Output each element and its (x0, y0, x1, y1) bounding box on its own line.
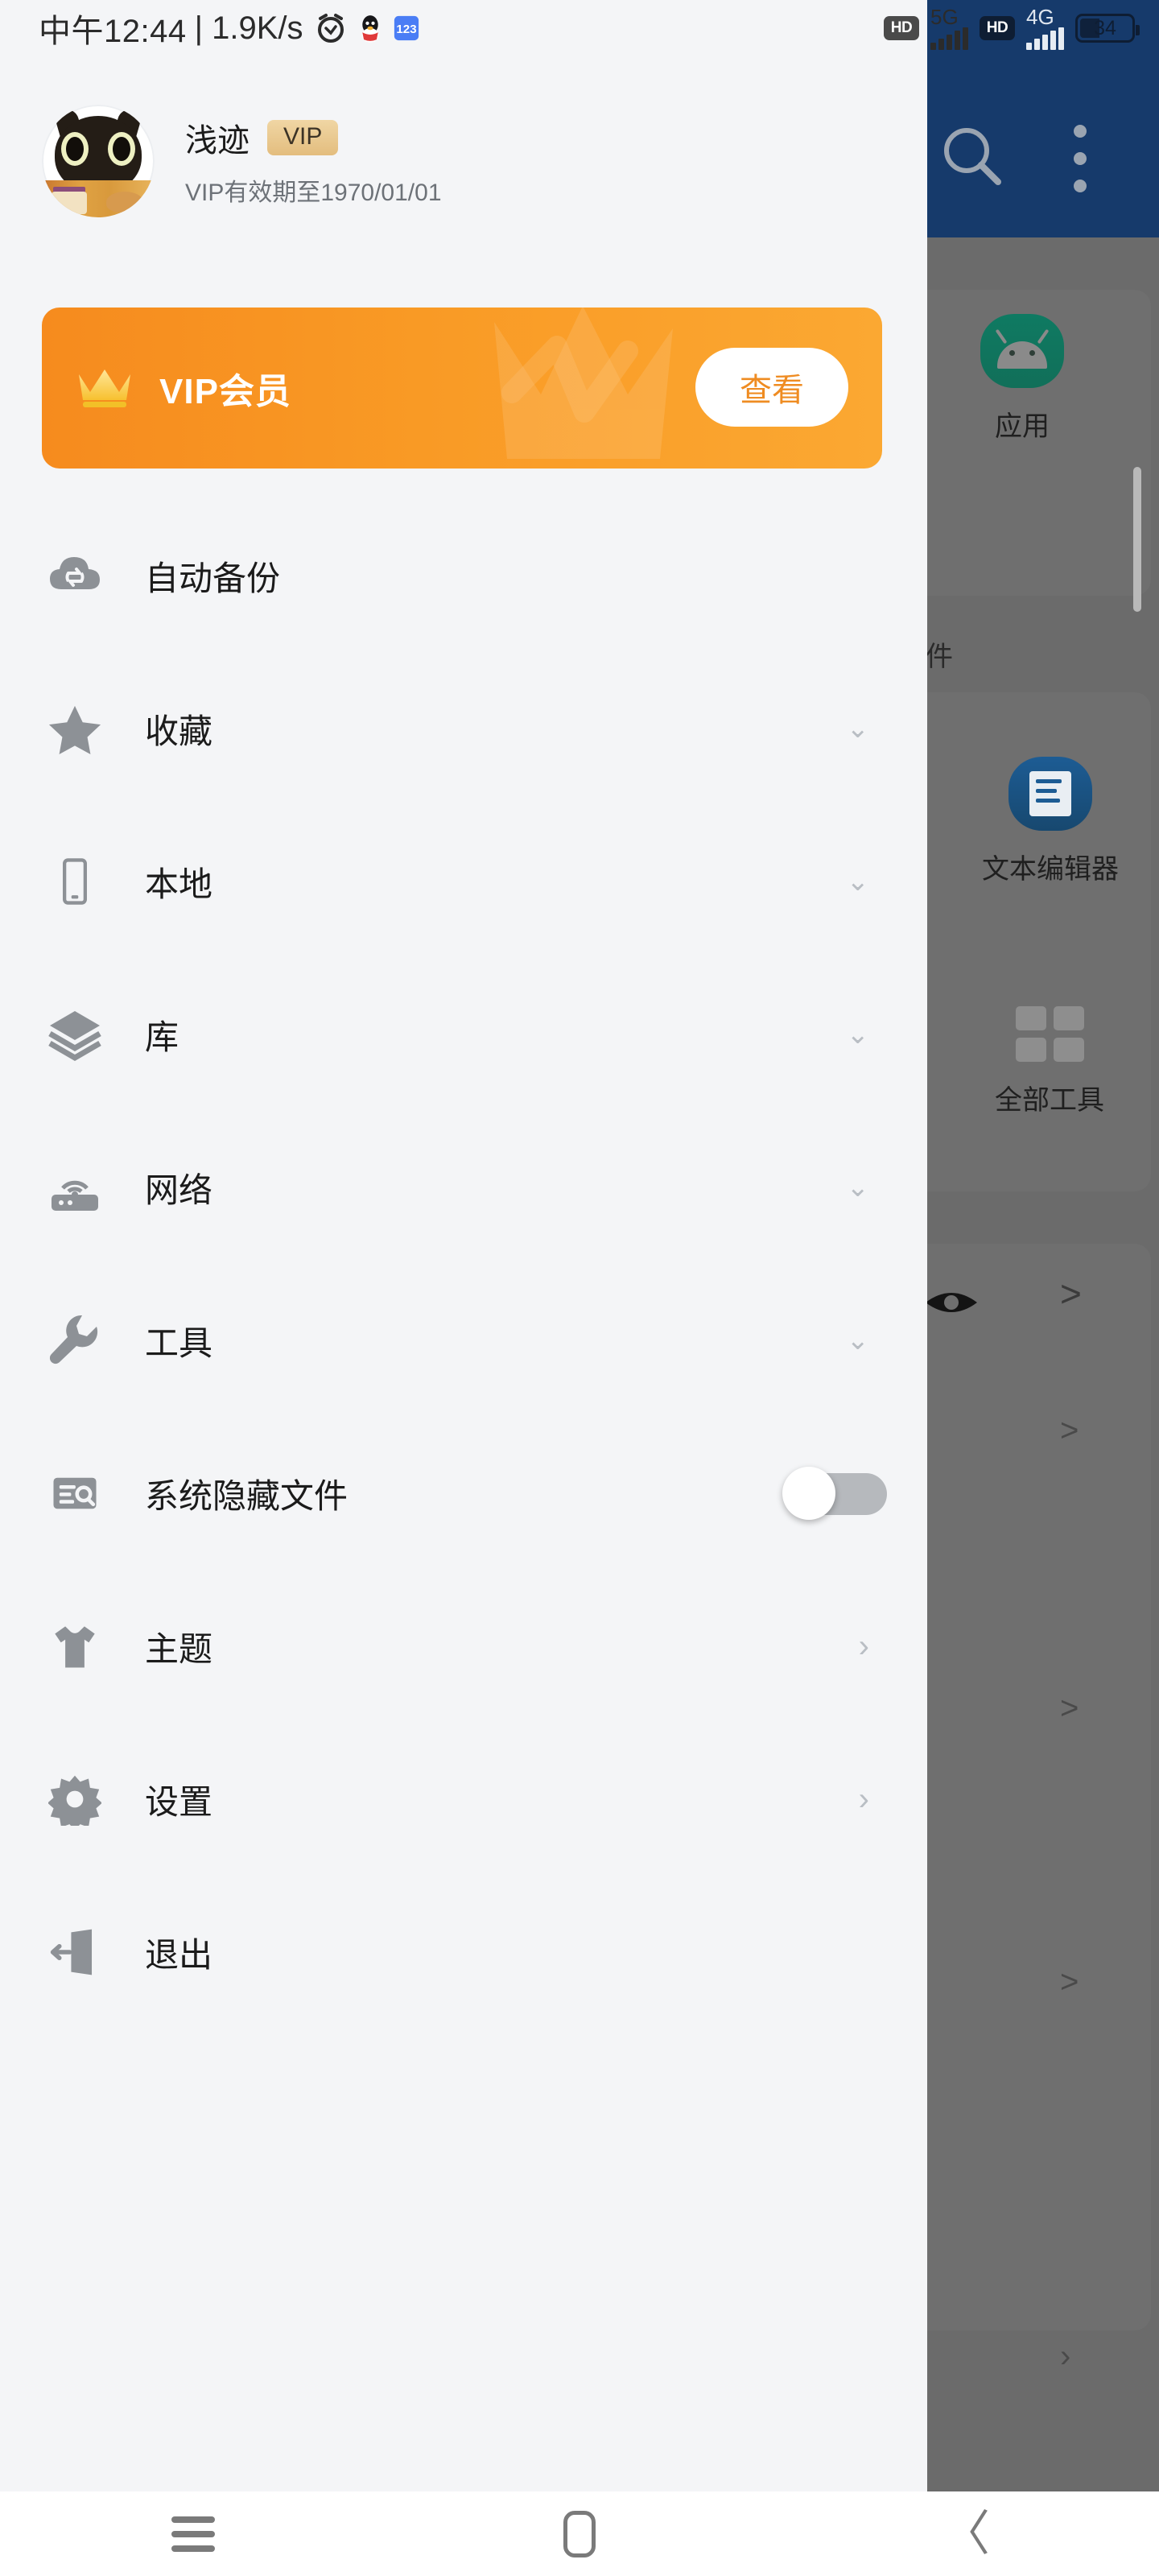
back-button[interactable]: 〈 (897, 2491, 1034, 2576)
network-gen-label: 5G (930, 5, 959, 29)
vip-badge: VIP (267, 120, 339, 155)
profile-header[interactable]: 浅迹 VIP VIP有效期至1970/01/01 (0, 89, 927, 233)
background-chevron[interactable]: > (1060, 1413, 1079, 1449)
menu-item-label: 收藏 (145, 712, 213, 750)
menu-item-local[interactable]: 本地 ⌄ (0, 805, 927, 958)
alarm-icon (315, 12, 347, 44)
menu-item-label: 主题 (145, 1629, 213, 1668)
qq-icon (358, 14, 382, 43)
drawer-menu: 自动备份 收藏 ⌄ 本地 ⌄ 库 ⌄ 网络 ⌄ 工具 ⌄ 系统隐藏文件 主题 ›… (0, 499, 927, 2029)
layers-icon (47, 1006, 103, 1063)
home-button[interactable] (511, 2491, 648, 2576)
chevron-down-icon[interactable]: ⌄ (847, 715, 870, 742)
svg-text:123: 123 (396, 23, 416, 36)
vip-banner-left: VIP会员 (77, 308, 291, 469)
profile-name: 浅迹 (185, 123, 250, 159)
menu-item-label: 库 (145, 1018, 179, 1056)
menu-item-label: 本地 (145, 865, 213, 903)
hd-icon: HD (884, 16, 919, 40)
profile-name-row: 浅迹 VIP (185, 114, 442, 161)
background-truncated-label: 件 (926, 642, 953, 672)
menu-item-tools[interactable]: 工具 ⌄ (0, 1264, 927, 1417)
avatar[interactable] (42, 105, 155, 217)
vip-banner-title: VIP会员 (159, 372, 291, 411)
search-icon[interactable] (940, 125, 1004, 189)
network-gen-label-2: 4G (1026, 5, 1054, 29)
menu-item-network[interactable]: 网络 ⌄ (0, 1111, 927, 1264)
vip-banner[interactable]: VIP会员 查看 (42, 308, 882, 469)
android-navigation-bar: 〈 (0, 2491, 1159, 2576)
chevron-down-icon[interactable]: ⌄ (847, 868, 870, 895)
eye-icon[interactable] (924, 1286, 979, 1319)
phone-screen: 应用 件 文本编辑器 全部工具 > > > > › 浅迹 VIP VIP有效期至… (0, 0, 1159, 2576)
background-tile-text-editor[interactable]: 文本编辑器 (982, 757, 1119, 886)
menu-item-exit[interactable]: 退出 (0, 1876, 927, 2029)
status-bar-right: HD 5G HD 4G 34 (884, 0, 1140, 56)
menu-item-library[interactable]: 库 ⌄ (0, 958, 927, 1111)
gear-icon (47, 1771, 103, 1827)
crown-icon (77, 368, 132, 408)
signal-bars-icon (930, 27, 968, 50)
text-editor-icon (1008, 757, 1092, 831)
menu-item-label: 工具 (145, 1323, 213, 1362)
menu-item-label: 自动备份 (145, 559, 281, 597)
navigation-drawer: 浅迹 VIP VIP有效期至1970/01/01 VIP会员 查看 自动备份 收… (0, 0, 927, 2491)
scrollbar-thumb[interactable] (1133, 467, 1141, 612)
system-hidden-files-toggle[interactable] (782, 1467, 887, 1520)
chevron-down-icon[interactable]: ⌄ (847, 1021, 870, 1048)
chevron-right-icon[interactable]: › (859, 1630, 869, 1662)
android-icon (980, 314, 1064, 388)
menu-item-label: 系统隐藏文件 (145, 1476, 349, 1515)
phone-icon (47, 853, 103, 910)
menu-item-label: 设置 (145, 1782, 213, 1821)
status-clock: 中午12:44 (39, 14, 187, 49)
signal-4g: 4G (1026, 6, 1064, 50)
background-tile-label: 应用 (995, 411, 1050, 442)
home-icon (563, 2510, 596, 2557)
vip-view-button[interactable]: 查看 (695, 348, 848, 427)
star-icon (47, 700, 103, 757)
signal-bars-icon-2 (1026, 27, 1064, 50)
status-netspeed: | 1.9K/s (194, 10, 303, 46)
recents-icon (171, 2516, 215, 2552)
background-chevron[interactable]: > (1060, 1690, 1079, 1727)
background-tile-apps[interactable]: 应用 (980, 314, 1064, 444)
menu-item-label: 退出 (145, 1935, 213, 1974)
all-tools-grid-icon (1015, 1006, 1084, 1062)
battery-icon: 34 (1075, 14, 1140, 43)
signal-5g: 5G (930, 6, 968, 50)
tshirt-icon (47, 1618, 103, 1674)
background-chevron[interactable]: > (1060, 1964, 1079, 2000)
overflow-menu-icon[interactable] (1064, 125, 1096, 192)
chevron-right-icon[interactable]: › (859, 1783, 869, 1815)
background-tile-label: 全部工具 (995, 1085, 1104, 1116)
cloud-sync-icon (47, 547, 103, 604)
back-icon: 〈 (942, 2506, 990, 2561)
menu-item-theme[interactable]: 主题 › (0, 1570, 927, 1723)
wrench-icon (47, 1312, 103, 1368)
background-tile-all-tools[interactable]: 全部工具 (995, 1006, 1104, 1117)
profile-info: 浅迹 VIP VIP有效期至1970/01/01 (185, 114, 442, 208)
router-icon (47, 1159, 103, 1216)
hd-icon-2: HD (980, 16, 1015, 40)
background-chevron[interactable]: > (1060, 1272, 1082, 1315)
menu-item-auto-backup[interactable]: 自动备份 (0, 499, 927, 652)
crown-watermark-icon (470, 308, 695, 469)
recents-button[interactable] (125, 2491, 262, 2576)
status-bar: 中午12:44 | 1.9K/s 123 HD 5G HD 4G 34 (0, 0, 1159, 56)
chevron-down-icon[interactable]: ⌄ (847, 1174, 870, 1201)
menu-item-label: 网络 (145, 1170, 213, 1209)
vip-expiry-text: VIP有效期至1970/01/01 (185, 180, 442, 206)
background-chevron[interactable]: › (1060, 2339, 1070, 2375)
chevron-down-icon[interactable]: ⌄ (847, 1327, 870, 1354)
hidden-files-icon (47, 1465, 103, 1521)
battery-level: 34 (1094, 16, 1116, 39)
menu-item-favorites[interactable]: 收藏 ⌄ (0, 652, 927, 805)
123-icon: 123 (394, 15, 419, 41)
status-bar-left: 中午12:44 | 1.9K/s 123 (39, 0, 419, 56)
exit-icon (47, 1924, 103, 1980)
background-tile-label: 文本编辑器 (982, 854, 1119, 885)
menu-item-settings[interactable]: 设置 › (0, 1723, 927, 1876)
menu-item-system-hidden-files[interactable]: 系统隐藏文件 (0, 1417, 927, 1570)
